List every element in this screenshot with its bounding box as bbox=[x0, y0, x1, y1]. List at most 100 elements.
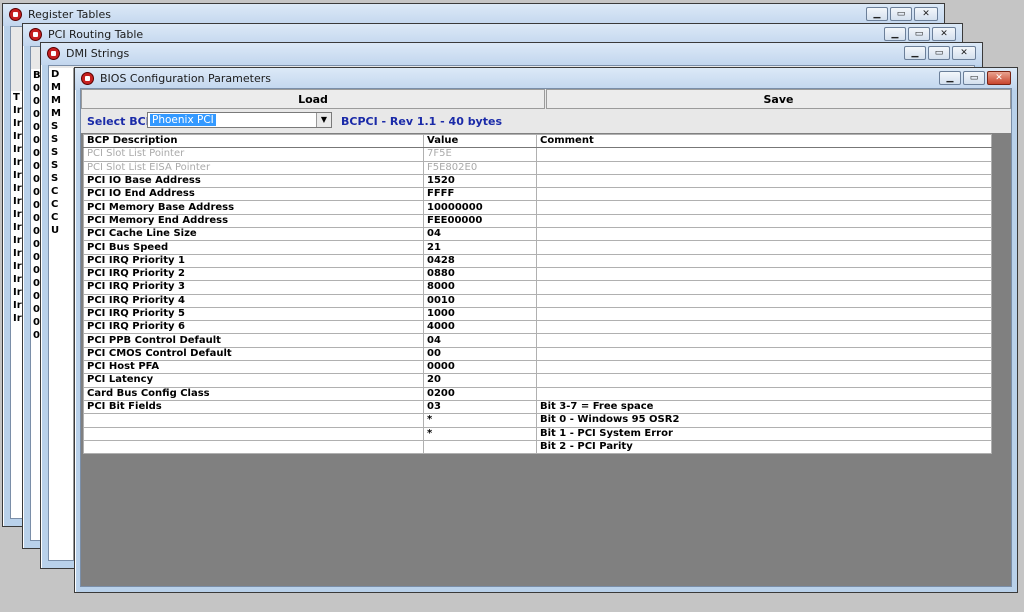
table-cell-comment[interactable] bbox=[536, 160, 992, 175]
table-cell-value[interactable]: 04 bbox=[423, 333, 537, 348]
table-row[interactable]: * Bit 1 - PCI System Error bbox=[83, 426, 992, 441]
table-cell-value[interactable]: 03 bbox=[423, 399, 537, 415]
bcp-select[interactable]: Phoenix PCI ▼ bbox=[147, 112, 332, 128]
table-row[interactable]: PCI Host PFA 0000 bbox=[83, 360, 992, 375]
table-cell-value[interactable]: 8000 bbox=[423, 280, 537, 295]
table-cell-comment[interactable]: Bit 3-7 = Free space bbox=[536, 399, 992, 415]
table-row[interactable]: PCI Latency 20 bbox=[83, 373, 992, 388]
bios-config-window[interactable]: BIOS Configuration Parameters ▁ ▭ ✕ Load… bbox=[74, 67, 1018, 593]
table-row[interactable]: PCI IRQ Priority 3 8000 bbox=[83, 280, 992, 295]
maximize-icon[interactable]: ▭ bbox=[928, 46, 950, 60]
table-row[interactable]: PCI IRQ Priority 5 1000 bbox=[83, 306, 992, 322]
table-row[interactable]: PCI IRQ Priority 4 0010 bbox=[83, 293, 992, 308]
table-cell-desc[interactable] bbox=[83, 413, 424, 428]
table-cell-value[interactable]: 4000 bbox=[423, 320, 537, 335]
load-button[interactable]: Load bbox=[81, 89, 545, 109]
table-row[interactable]: PCI IO End Address FFFF bbox=[83, 187, 992, 202]
save-button[interactable]: Save bbox=[546, 89, 1011, 109]
table-row[interactable]: PCI Cache Line Size 04 bbox=[83, 227, 992, 242]
table-row[interactable]: * Bit 0 - Windows 95 OSR2 bbox=[83, 413, 992, 428]
table-cell-comment[interactable] bbox=[536, 280, 992, 295]
minimize-icon[interactable]: ▁ bbox=[939, 71, 961, 85]
table-cell-value[interactable]: 21 bbox=[423, 240, 537, 255]
table-row[interactable]: PCI IRQ Priority 2 0880 bbox=[83, 266, 992, 282]
column-header-comment[interactable]: Comment bbox=[536, 133, 992, 149]
table-cell-value[interactable] bbox=[423, 439, 537, 455]
table-cell-comment[interactable] bbox=[536, 147, 992, 162]
table-row[interactable]: PCI PPB Control Default 04 bbox=[83, 333, 992, 348]
maximize-icon[interactable]: ▭ bbox=[890, 7, 912, 21]
table-cell-desc[interactable]: Card Bus Config Class bbox=[83, 386, 424, 401]
table-cell-desc[interactable]: PCI IRQ Priority 1 bbox=[83, 253, 424, 268]
table-cell-value[interactable]: F5E802E0 bbox=[423, 160, 537, 175]
table-cell-desc[interactable]: PCI Slot List Pointer bbox=[83, 147, 424, 162]
table-cell-value[interactable]: 1000 bbox=[423, 306, 537, 322]
table-cell-value[interactable]: FEE00000 bbox=[423, 213, 537, 229]
table-cell-comment[interactable]: Bit 1 - PCI System Error bbox=[536, 426, 992, 441]
minimize-icon[interactable]: ▁ bbox=[866, 7, 888, 21]
table-cell-comment[interactable] bbox=[536, 360, 992, 375]
table-cell-desc[interactable]: PCI Cache Line Size bbox=[83, 227, 424, 242]
table-row[interactable]: PCI Slot List EISA Pointer F5E802E0 bbox=[83, 160, 992, 175]
table-row[interactable]: PCI Bus Speed 21 bbox=[83, 240, 992, 255]
close-icon[interactable]: ✕ bbox=[914, 7, 938, 21]
table-cell-desc[interactable]: PCI IRQ Priority 4 bbox=[83, 293, 424, 308]
table-cell-value[interactable]: 10000000 bbox=[423, 200, 537, 215]
table-cell-comment[interactable] bbox=[536, 253, 992, 268]
table-cell-desc[interactable]: PCI Memory End Address bbox=[83, 213, 424, 229]
table-cell-desc[interactable] bbox=[83, 426, 424, 441]
table-row[interactable]: Card Bus Config Class 0200 bbox=[83, 386, 992, 401]
table-cell-comment[interactable] bbox=[536, 213, 992, 229]
table-cell-comment[interactable] bbox=[536, 173, 992, 189]
chevron-down-icon[interactable]: ▼ bbox=[316, 113, 331, 127]
table-cell-value[interactable]: * bbox=[423, 413, 537, 428]
table-cell-comment[interactable] bbox=[536, 293, 992, 308]
table-cell-value[interactable]: FFFF bbox=[423, 187, 537, 202]
table-row[interactable]: PCI CMOS Control Default 00 bbox=[83, 346, 992, 362]
table-cell-desc[interactable]: PCI IRQ Priority 5 bbox=[83, 306, 424, 322]
table-cell-value[interactable]: 1520 bbox=[423, 173, 537, 189]
table-row[interactable]: PCI Memory Base Address 10000000 bbox=[83, 200, 992, 215]
table-cell-value[interactable]: 0200 bbox=[423, 386, 537, 401]
table-cell-desc[interactable]: PCI Bus Speed bbox=[83, 240, 424, 255]
table-row[interactable]: PCI Slot List Pointer 7F5E bbox=[83, 147, 992, 162]
table-row[interactable]: PCI Bit Fields 03 Bit 3-7 = Free space bbox=[83, 399, 992, 415]
table-cell-desc[interactable] bbox=[83, 439, 424, 455]
close-icon[interactable]: ✕ bbox=[952, 46, 976, 60]
column-header-value[interactable]: Value bbox=[423, 133, 537, 149]
table-cell-comment[interactable] bbox=[536, 227, 992, 242]
table-cell-value[interactable]: 7F5E bbox=[423, 147, 537, 162]
table-cell-comment[interactable] bbox=[536, 373, 992, 388]
table-cell-value[interactable]: * bbox=[423, 426, 537, 441]
maximize-icon[interactable]: ▭ bbox=[908, 27, 930, 41]
minimize-icon[interactable]: ▁ bbox=[884, 27, 906, 41]
table-cell-desc[interactable]: PCI IO End Address bbox=[83, 187, 424, 202]
table-row[interactable]: PCI Memory End Address FEE00000 bbox=[83, 213, 992, 229]
table-cell-comment[interactable] bbox=[536, 306, 992, 322]
table-cell-desc[interactable]: PCI Slot List EISA Pointer bbox=[83, 160, 424, 175]
table-cell-desc[interactable]: PCI IRQ Priority 2 bbox=[83, 266, 424, 282]
close-icon[interactable]: ✕ bbox=[932, 27, 956, 41]
table-row[interactable]: PCI IRQ Priority 1 0428 bbox=[83, 253, 992, 268]
maximize-icon[interactable]: ▭ bbox=[963, 71, 985, 85]
table-cell-desc[interactable]: PCI IRQ Priority 6 bbox=[83, 320, 424, 335]
table-cell-comment[interactable] bbox=[536, 187, 992, 202]
table-cell-comment[interactable] bbox=[536, 386, 992, 401]
close-icon[interactable]: ✕ bbox=[987, 71, 1011, 85]
table-cell-comment[interactable] bbox=[536, 346, 992, 362]
table-cell-value[interactable]: 0428 bbox=[423, 253, 537, 268]
table-cell-comment[interactable]: Bit 0 - Windows 95 OSR2 bbox=[536, 413, 992, 428]
dmi-strings-titlebar[interactable]: DMI Strings ▁ ▭ ✕ bbox=[41, 43, 982, 65]
table-row[interactable]: Bit 2 - PCI Parity bbox=[83, 439, 992, 455]
column-header-description[interactable]: BCP Description bbox=[83, 133, 424, 149]
table-cell-value[interactable]: 04 bbox=[423, 227, 537, 242]
table-cell-value[interactable]: 0880 bbox=[423, 266, 537, 282]
table-cell-desc[interactable]: PCI Bit Fields bbox=[83, 399, 424, 415]
table-cell-comment[interactable] bbox=[536, 333, 992, 348]
table-row[interactable]: PCI IRQ Priority 6 4000 bbox=[83, 320, 992, 335]
table-cell-comment[interactable] bbox=[536, 200, 992, 215]
table-cell-value[interactable]: 00 bbox=[423, 346, 537, 362]
table-row[interactable]: PCI IO Base Address 1520 bbox=[83, 173, 992, 189]
table-cell-value[interactable]: 0010 bbox=[423, 293, 537, 308]
table-cell-value[interactable]: 0000 bbox=[423, 360, 537, 375]
